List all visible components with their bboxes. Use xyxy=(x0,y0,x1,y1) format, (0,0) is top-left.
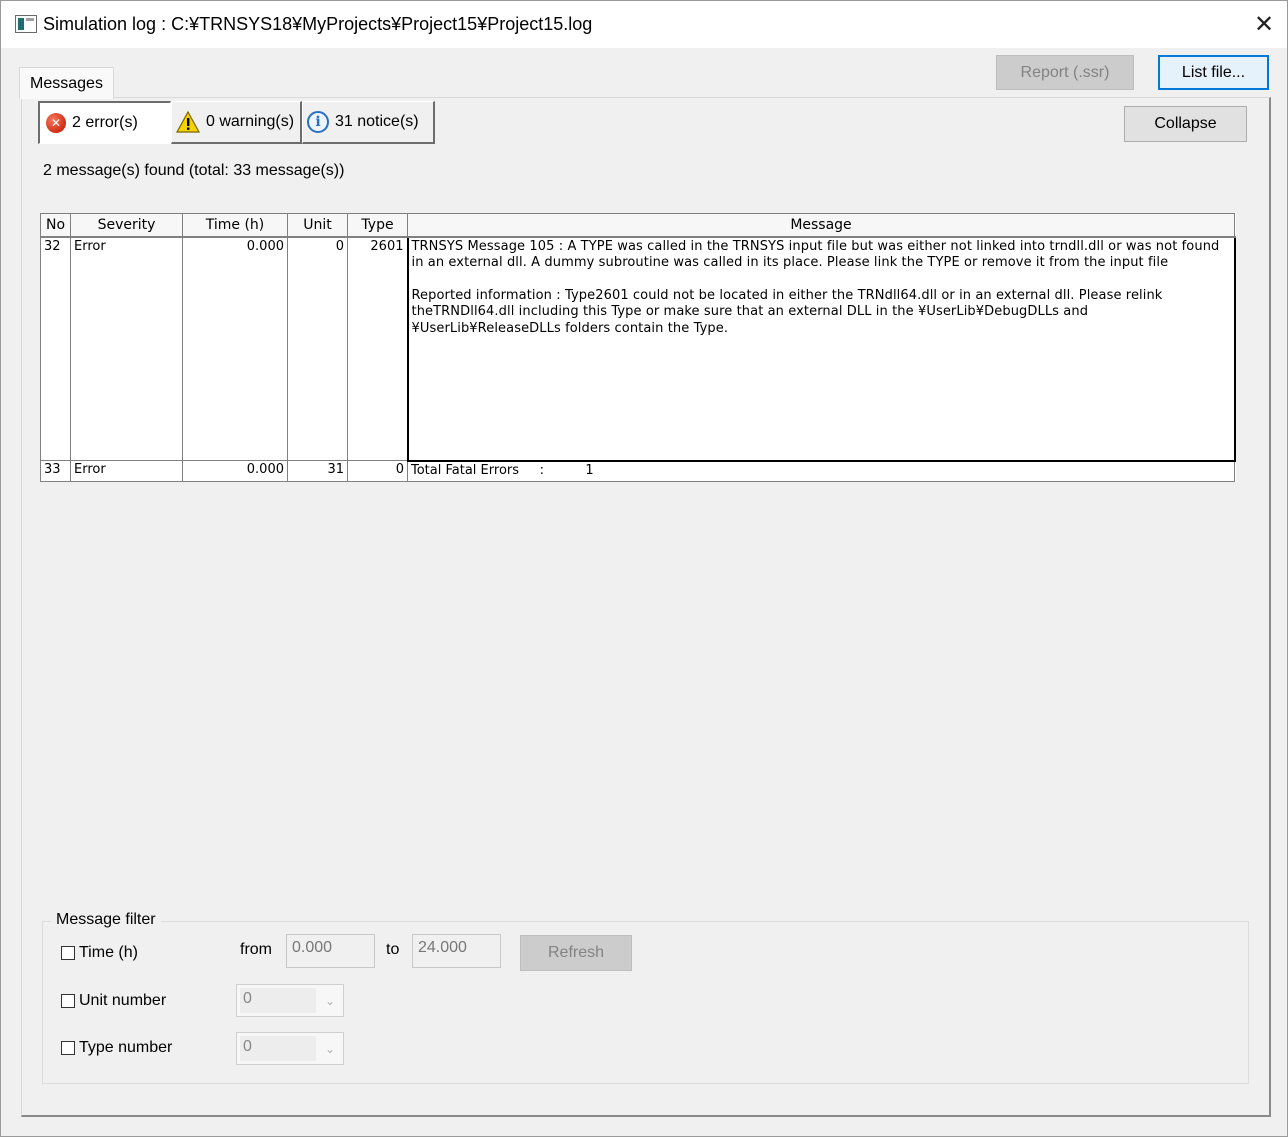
cell-severity: Error xyxy=(70,236,183,461)
type-filter-checkbox-row[interactable]: Type number xyxy=(61,1039,172,1057)
time-from-input[interactable]: 0.000 xyxy=(286,934,375,968)
time-filter-label: Time (h) xyxy=(79,944,138,961)
message-filter-group xyxy=(42,921,1249,1084)
type-filter-label: Type number xyxy=(79,1039,173,1056)
warnings-filter-label: 0 warning(s) xyxy=(206,113,295,130)
notices-filter-label: 31 notice(s) xyxy=(335,113,419,130)
time-filter-checkbox-row[interactable]: Time (h) xyxy=(61,944,138,962)
cell-severity: Error xyxy=(70,460,183,482)
report-ssr-button[interactable]: Report (.ssr) xyxy=(996,55,1134,90)
from-label: from xyxy=(240,941,272,958)
type-filter-checkbox[interactable] xyxy=(61,1041,75,1055)
list-file-button[interactable]: List file... xyxy=(1158,55,1269,90)
table-row[interactable]: 32 Error 0.000 0 2601 TRNSYS Message 105… xyxy=(40,235,1236,462)
column-header-no[interactable]: No xyxy=(40,213,71,238)
chevron-down-icon: ⌄ xyxy=(324,994,335,1008)
info-icon: i xyxy=(307,111,329,133)
table-row[interactable]: 33 Error 0.000 31 0 Total Fatal Errors :… xyxy=(40,460,1235,482)
warning-icon xyxy=(176,111,200,133)
unit-filter-label: Unit number xyxy=(79,992,167,1009)
unit-filter-checkbox-row[interactable]: Unit number xyxy=(61,992,166,1010)
cell-time: 0.000 xyxy=(182,460,288,482)
cell-no: 33 xyxy=(40,460,71,482)
message-paragraph: Reported information : Type2601 could no… xyxy=(411,287,1163,336)
column-header-unit[interactable]: Unit xyxy=(287,213,348,238)
window-title: Simulation log : C:¥TRNSYS18¥MyProjects¥… xyxy=(43,14,593,34)
table-header-row: No Severity Time (h) Unit Type Message xyxy=(40,213,1235,238)
title-bar: Simulation log : C:¥TRNSYS18¥MyProjects¥… xyxy=(1,1,1287,48)
collapse-button[interactable]: Collapse xyxy=(1124,106,1247,142)
cell-unit: 31 xyxy=(287,460,348,482)
cell-time: 0.000 xyxy=(182,236,288,461)
cell-unit: 0 xyxy=(287,236,348,461)
cell-message[interactable]: TRNSYS Message 105 : A TYPE was called i… xyxy=(406,235,1236,462)
cell-type: 0 xyxy=(347,460,408,482)
message-paragraph: TRNSYS Message 105 : A TYPE was called i… xyxy=(411,238,1220,271)
time-to-input[interactable]: 24.000 xyxy=(412,934,501,968)
unit-filter-checkbox[interactable] xyxy=(61,994,75,1008)
error-icon: ✕ xyxy=(46,113,66,133)
app-icon xyxy=(15,15,37,33)
column-header-severity[interactable]: Severity xyxy=(70,213,183,238)
close-icon[interactable]: ✕ xyxy=(1241,1,1287,48)
notices-filter-button[interactable]: i 31 notice(s) xyxy=(302,101,435,144)
warnings-filter-button[interactable]: 0 warning(s) xyxy=(171,101,302,144)
messages-found-summary: 2 message(s) found (total: 33 message(s)… xyxy=(43,162,345,179)
time-filter-checkbox[interactable] xyxy=(61,946,75,960)
unit-number-value: 0 xyxy=(243,990,252,1007)
type-number-dropdown[interactable]: 0 ⌄ xyxy=(236,1032,344,1065)
refresh-button[interactable]: Refresh xyxy=(520,935,632,971)
simulation-log-window: Simulation log : C:¥TRNSYS18¥MyProjects¥… xyxy=(0,0,1288,1137)
message-filter-label: Message filter xyxy=(51,911,161,929)
column-header-type[interactable]: Type xyxy=(347,213,408,238)
to-label: to xyxy=(386,941,400,958)
column-header-time[interactable]: Time (h) xyxy=(182,213,288,238)
tab-messages[interactable]: Messages xyxy=(19,67,114,99)
chevron-down-icon: ⌄ xyxy=(324,1042,335,1056)
type-number-value: 0 xyxy=(243,1038,252,1055)
cell-type: 2601 xyxy=(347,236,408,461)
cell-no: 32 xyxy=(40,236,71,461)
unit-number-dropdown[interactable]: 0 ⌄ xyxy=(236,984,344,1017)
messages-table: No Severity Time (h) Unit Type Message 3… xyxy=(40,213,1236,482)
cell-message[interactable]: Total Fatal Errors : 1 xyxy=(407,460,1235,482)
column-header-message[interactable]: Message xyxy=(407,213,1235,238)
errors-filter-label: 2 error(s) xyxy=(72,114,138,131)
errors-filter-button[interactable]: ✕ 2 error(s) xyxy=(38,101,171,144)
